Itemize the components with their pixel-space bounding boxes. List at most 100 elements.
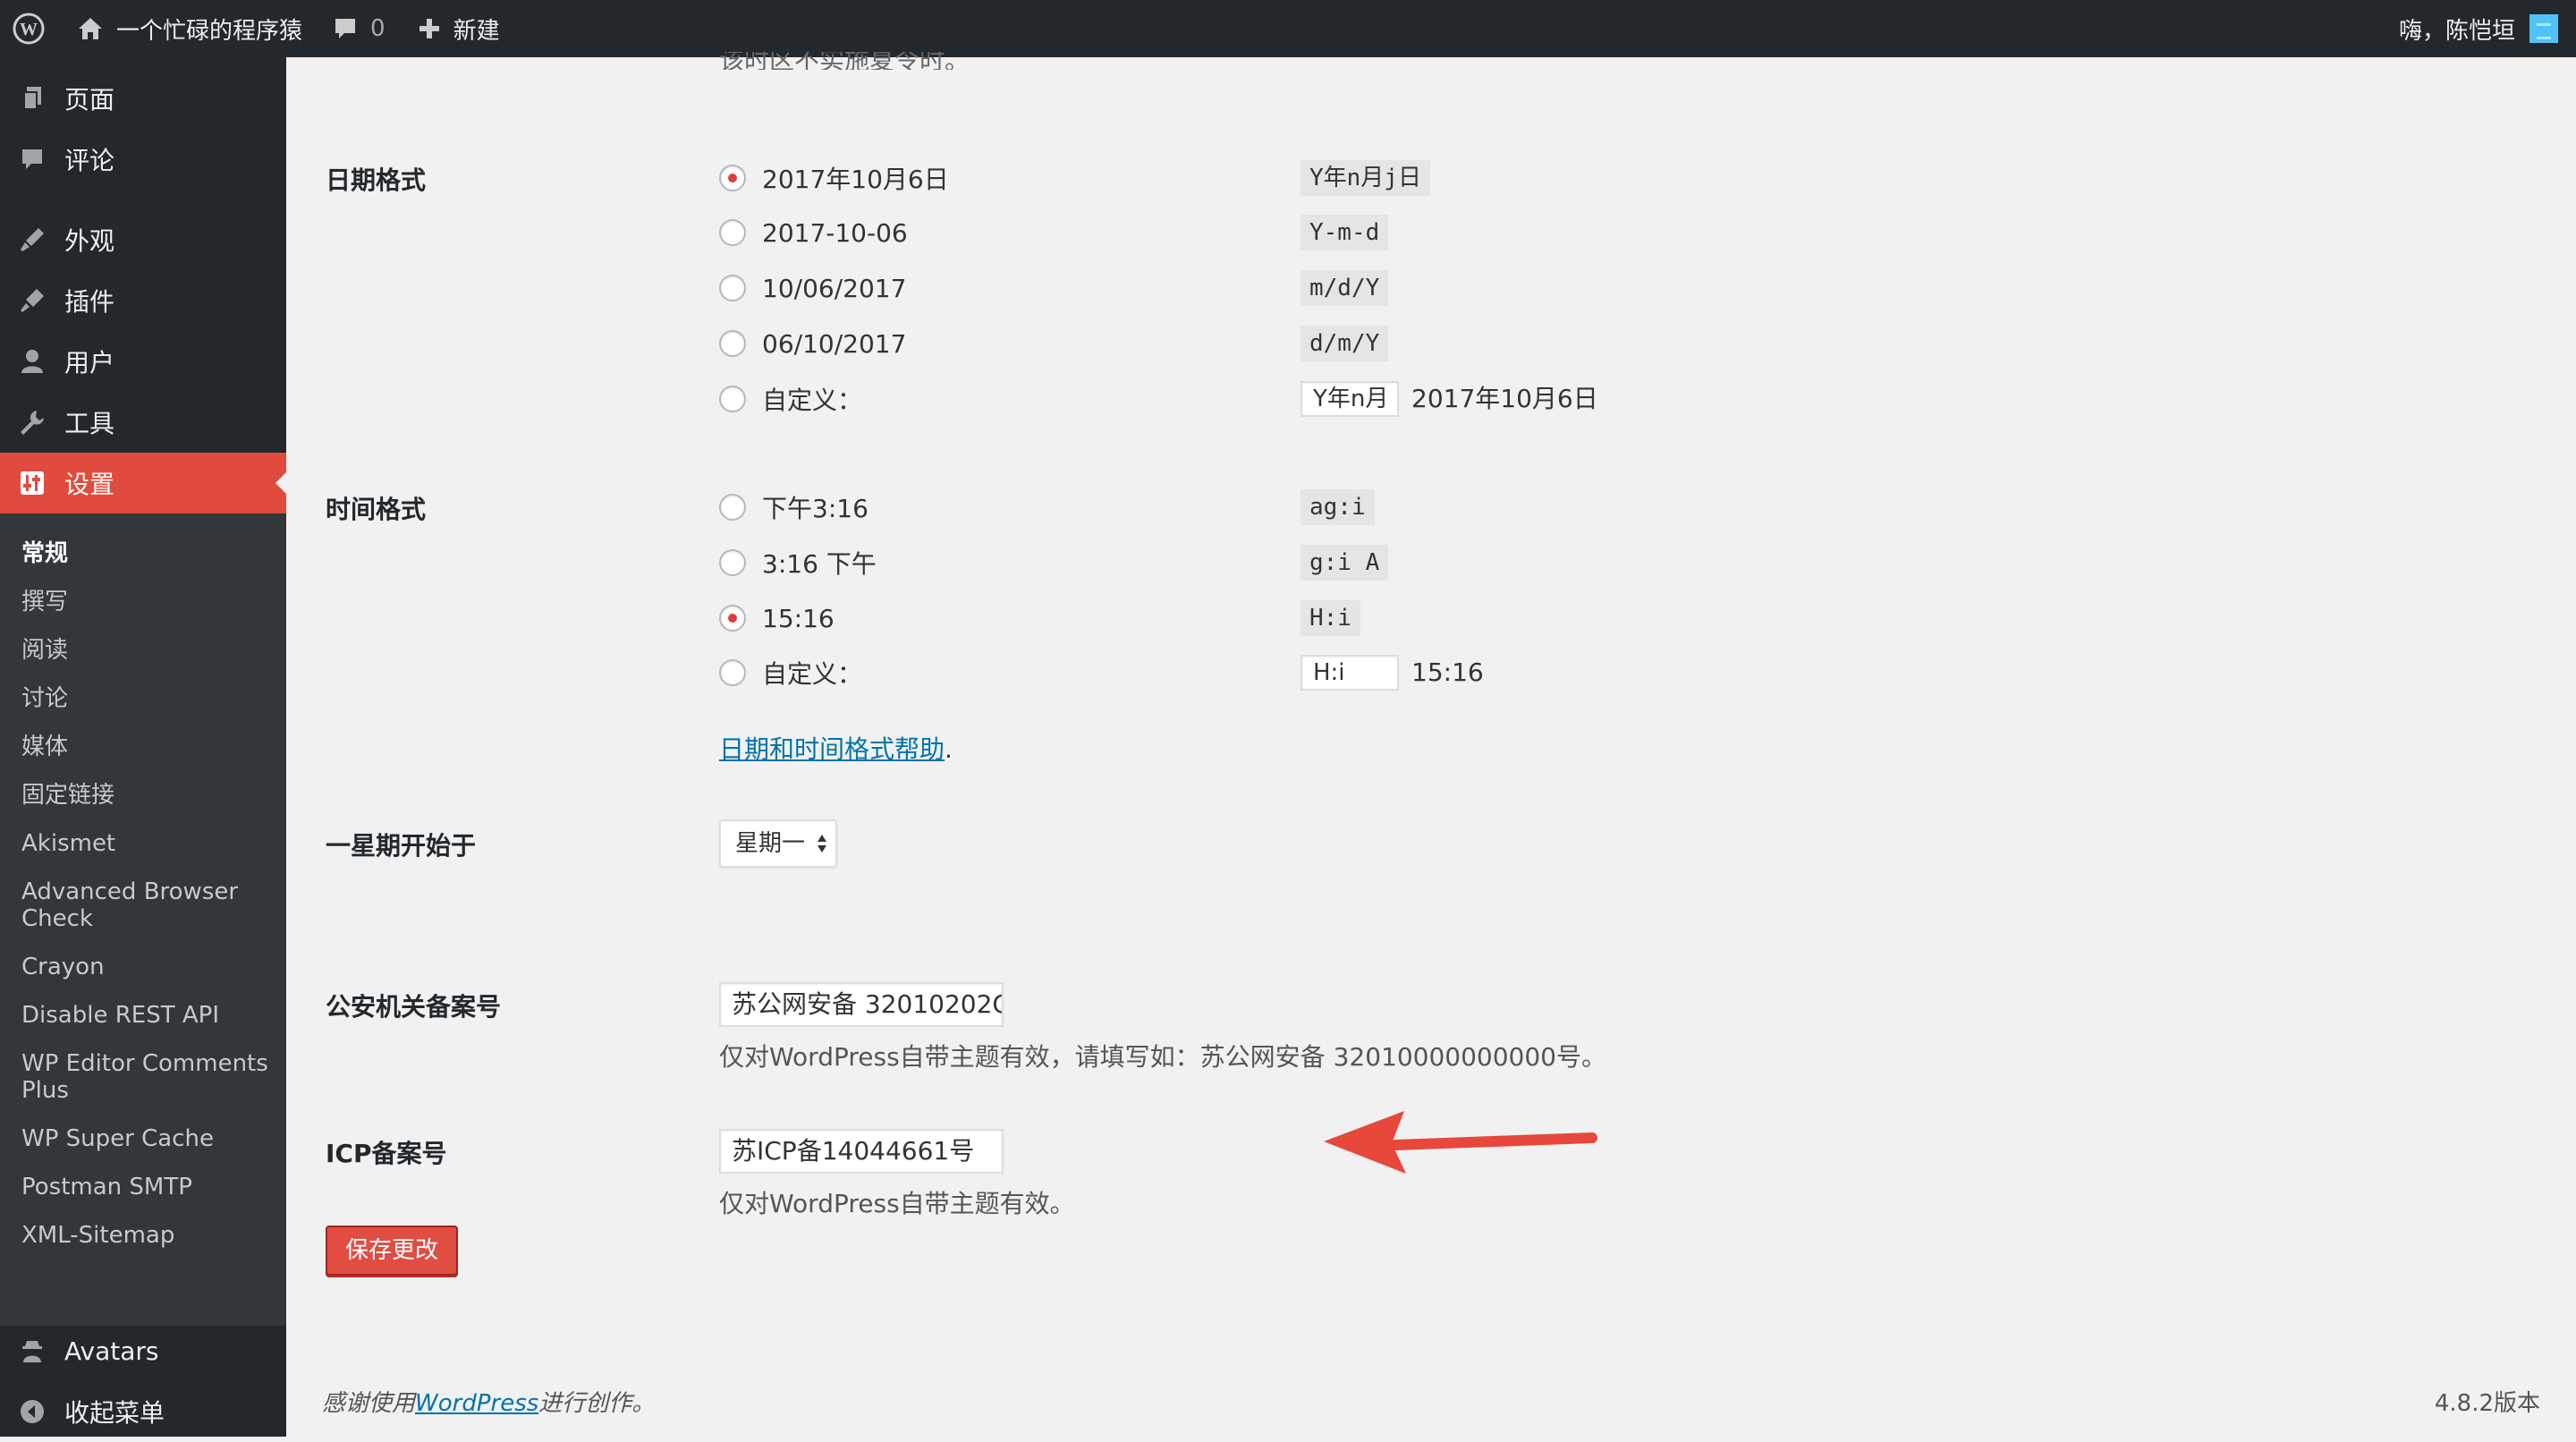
plus-icon — [418, 17, 441, 40]
radio-label: 2017年10月6日 — [762, 165, 949, 194]
submenu-item-wp-super-cache[interactable]: WP Super Cache — [21, 1125, 272, 1152]
radio-button[interactable] — [719, 605, 746, 632]
select-arrows-icon — [818, 835, 826, 852]
radio-label: 自定义： — [762, 386, 863, 415]
footer-thanks-suffix: 进行创作。 — [538, 1390, 656, 1417]
submenu-item-xml-sitemap[interactable]: XML-Sitemap — [21, 1222, 272, 1249]
format-code: ag:i — [1301, 489, 1375, 525]
sidebar-item-label: 收起菜单 — [64, 1398, 165, 1428]
format-code: d/m/Y — [1301, 326, 1389, 361]
submenu-item-crayon[interactable]: Crayon — [21, 954, 272, 980]
settings-submenu: 常规 撰写 阅读 讨论 媒体 固定链接 Akismet Advanced Bro… — [0, 513, 286, 1326]
comments-link[interactable]: 0 — [333, 0, 386, 57]
timezone-note: 该时区不实施夏令时。 — [719, 52, 970, 70]
format-help: 日期和时间格式帮助. — [719, 730, 953, 766]
comments-icon — [0, 147, 64, 172]
admin-bar: W 一个忙碌的程序猿 0 新建 嗨，陈恺垣 — [0, 0, 2576, 57]
week-start-label: 一星期开始于 — [326, 831, 477, 861]
radio-button[interactable] — [719, 275, 746, 301]
time-format-option[interactable]: 3:16 下午 g:i A — [719, 545, 1389, 581]
sidebar-item-pages[interactable]: 页面 — [0, 68, 286, 129]
tools-icon — [0, 409, 64, 436]
icp-record-description: 仅对WordPress自带主题有效。 — [719, 1189, 1075, 1218]
my-account-link[interactable]: 嗨，陈恺垣 — [2399, 0, 2558, 57]
format-code: g:i A — [1301, 545, 1389, 581]
time-format-custom-option[interactable]: 自定义： H:i 15:16 — [719, 655, 1484, 691]
format-code: H:i — [1301, 600, 1360, 636]
site-name-link[interactable]: 一个忙碌的程序猿 — [77, 0, 302, 57]
sidebar-item-settings[interactable]: 设置 — [0, 453, 286, 513]
sidebar-item-appearance[interactable]: 外观 — [0, 209, 286, 270]
help-suffix: . — [945, 734, 953, 764]
settings-content: 该时区不实施夏令时。 日期格式 2017年10月6日 Y年n月j日 2017-1… — [286, 52, 2576, 1437]
radio-label: 下午3:16 — [762, 494, 869, 523]
sidebar-item-plugins[interactable]: 插件 — [0, 270, 286, 331]
avatars-icon — [0, 1337, 64, 1364]
submenu-item-permalinks[interactable]: 固定链接 — [21, 782, 272, 809]
sidebar-item-label: 用户 — [64, 348, 115, 377]
sidebar-item-label: 外观 — [64, 226, 115, 256]
submenu-item-discussion[interactable]: 讨论 — [21, 685, 272, 712]
submenu-item-akismet[interactable]: Akismet — [21, 830, 272, 857]
new-content-label: 新建 — [453, 17, 500, 45]
radio-label: 15:16 — [762, 603, 835, 633]
date-format-label: 日期格式 — [326, 165, 427, 195]
custom-time-format-input[interactable]: H:i — [1301, 655, 1399, 691]
svg-text:W: W — [20, 20, 38, 39]
time-format-preview: 15:16 — [1411, 657, 1484, 687]
radio-button[interactable] — [719, 494, 746, 521]
submenu-item-wp-editor-comments-plus[interactable]: WP Editor Comments Plus — [21, 1050, 272, 1104]
save-changes-button[interactable]: 保存更改 — [326, 1226, 458, 1276]
radio-label: 2017-10-06 — [762, 217, 908, 248]
date-format-option[interactable]: 10/06/2017 m/d/Y — [719, 270, 1389, 306]
submenu-item-media[interactable]: 媒体 — [21, 734, 272, 760]
radio-button[interactable] — [719, 165, 746, 191]
collapse-menu-button[interactable]: 收起菜单 — [0, 1381, 286, 1442]
wordpress-link[interactable]: WordPress — [415, 1390, 538, 1417]
appearance-icon — [0, 226, 64, 253]
time-format-option[interactable]: 下午3:16 ag:i — [719, 489, 1375, 525]
submenu-item-writing[interactable]: 撰写 — [21, 589, 272, 615]
week-start-value: 星期一 — [735, 830, 806, 857]
date-format-custom-option[interactable]: 自定义： Y年n月 2017年10月6日 — [719, 381, 1598, 417]
week-start-select[interactable]: 星期一 — [719, 819, 837, 868]
admin-sidebar: 页面 评论 外观 插件 用户 工具 设置 常规 撰写 阅读 讨论 媒体 固定链接… — [0, 57, 286, 1437]
greeting-label: 嗨，陈恺垣 — [2398, 17, 2515, 45]
submenu-item-postman-smtp[interactable]: Postman SMTP — [21, 1174, 272, 1200]
sidebar-item-label: 页面 — [64, 85, 115, 115]
site-name-label: 一个忙碌的程序猿 — [116, 17, 303, 45]
submenu-item-general[interactable]: 常规 — [21, 540, 272, 567]
home-icon — [77, 16, 104, 41]
date-format-option[interactable]: 2017年10月6日 Y年n月j日 — [719, 160, 1430, 196]
wordpress-logo-icon[interactable]: W — [0, 0, 57, 57]
radio-label: 自定义： — [762, 659, 863, 689]
avatar — [2529, 14, 2558, 43]
police-record-input[interactable]: 苏公网安备 32010202C — [719, 982, 1004, 1027]
sidebar-item-avatars[interactable]: Avatars — [0, 1320, 286, 1381]
date-time-help-link[interactable]: 日期和时间格式帮助 — [719, 734, 945, 764]
new-content-link[interactable]: 新建 — [418, 0, 500, 57]
submenu-item-disable-rest-api[interactable]: Disable REST API — [21, 1002, 272, 1029]
radio-button[interactable] — [719, 219, 746, 246]
time-format-option[interactable]: 15:16 H:i — [719, 600, 1360, 636]
icp-record-label: ICP备案号 — [326, 1139, 447, 1168]
date-format-option[interactable]: 06/10/2017 d/m/Y — [719, 326, 1389, 361]
custom-date-format-input[interactable]: Y年n月 — [1301, 381, 1399, 417]
police-record-label: 公安机关备案号 — [326, 992, 502, 1022]
sidebar-item-comments[interactable]: 评论 — [0, 129, 286, 190]
radio-button[interactable] — [719, 659, 746, 686]
icp-record-input[interactable]: 苏ICP备14044661号 — [719, 1129, 1004, 1174]
submenu-item-reading[interactable]: 阅读 — [21, 637, 272, 664]
radio-button[interactable] — [719, 549, 746, 576]
radio-button[interactable] — [719, 386, 746, 412]
annotation-arrow-icon — [1324, 1111, 1597, 1174]
police-record-description: 仅对WordPress自带主题有效，请填写如：苏公网安备 32010000000… — [719, 1042, 1606, 1072]
plugins-icon — [0, 287, 64, 314]
footer-thanks: 感谢使用WordPress进行创作。 — [322, 1385, 655, 1418]
radio-label: 3:16 下午 — [762, 549, 877, 579]
sidebar-item-users[interactable]: 用户 — [0, 331, 286, 392]
sidebar-item-tools[interactable]: 工具 — [0, 392, 286, 453]
date-format-option[interactable]: 2017-10-06 Y-m-d — [719, 215, 1389, 250]
submenu-item-advanced-browser-check[interactable]: Advanced Browser Check — [21, 878, 272, 932]
radio-button[interactable] — [719, 330, 746, 357]
